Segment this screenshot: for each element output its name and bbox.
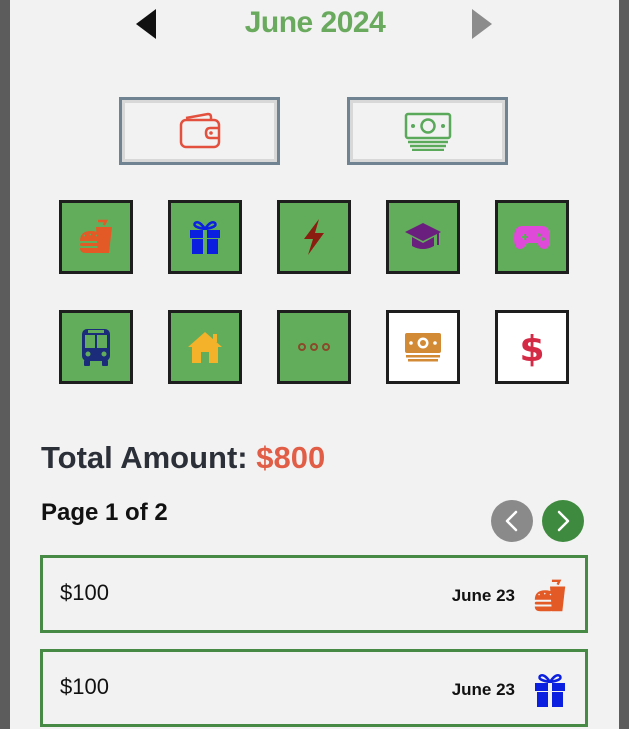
income-type-button[interactable] (347, 97, 508, 165)
total-amount-value: $800 (256, 440, 326, 475)
chevron-left-icon (505, 510, 518, 532)
budget-panel: June 2024 $ Total Amount: $800 Page 1 of… (10, 0, 619, 729)
dollar-sign-icon: $ (519, 329, 544, 367)
category-housing[interactable] (168, 310, 242, 384)
total-amount-label: Total Amount: (41, 440, 257, 475)
page-indicator: Page 1 of 2 (41, 499, 168, 526)
category-other[interactable] (277, 310, 351, 384)
transaction-date: June 23 (451, 680, 515, 699)
category-food[interactable] (59, 200, 133, 274)
category-transport[interactable] (59, 310, 133, 384)
chevron-right-icon (557, 510, 570, 532)
food-drink-icon (534, 579, 566, 612)
gift-icon (535, 674, 565, 707)
bus-icon (82, 329, 110, 366)
banknote-stack-icon (405, 333, 441, 362)
svg-text:$: $ (519, 329, 544, 367)
transaction-amount: $100 (60, 580, 109, 605)
gamepad-icon (514, 226, 550, 249)
caret-left-icon[interactable] (136, 9, 156, 39)
wallet-icon (179, 112, 220, 149)
total-amount: Total Amount: $800 (41, 440, 325, 476)
category-entertainment[interactable] (495, 200, 569, 274)
category-gift[interactable] (168, 200, 242, 274)
background-edge-right (619, 0, 629, 729)
transaction-date: June 23 (451, 586, 515, 605)
gift-icon (190, 221, 220, 254)
food-drink-icon (80, 219, 112, 253)
expense-type-button[interactable] (119, 97, 280, 165)
graduation-cap-icon (405, 223, 441, 249)
transaction-item[interactable]: $100 June 23 (40, 649, 588, 727)
more-dots-icon (298, 343, 330, 351)
month-title: June 2024 (244, 6, 386, 39)
home-icon (188, 332, 222, 363)
caret-right-icon[interactable] (472, 9, 492, 39)
next-page-button[interactable] (542, 500, 584, 542)
month-header: June 2024 (10, 0, 619, 52)
banknote-stack-icon (404, 112, 451, 151)
previous-page-button[interactable] (491, 500, 533, 542)
transaction-item[interactable]: $100 June 23 (40, 555, 588, 633)
lightning-bolt-icon (304, 219, 324, 255)
category-other-income[interactable]: $ (495, 310, 569, 384)
category-salary[interactable] (386, 310, 460, 384)
category-education[interactable] (386, 200, 460, 274)
category-utilities[interactable] (277, 200, 351, 274)
transaction-amount: $100 (60, 674, 109, 699)
background-edge-left (0, 0, 10, 729)
